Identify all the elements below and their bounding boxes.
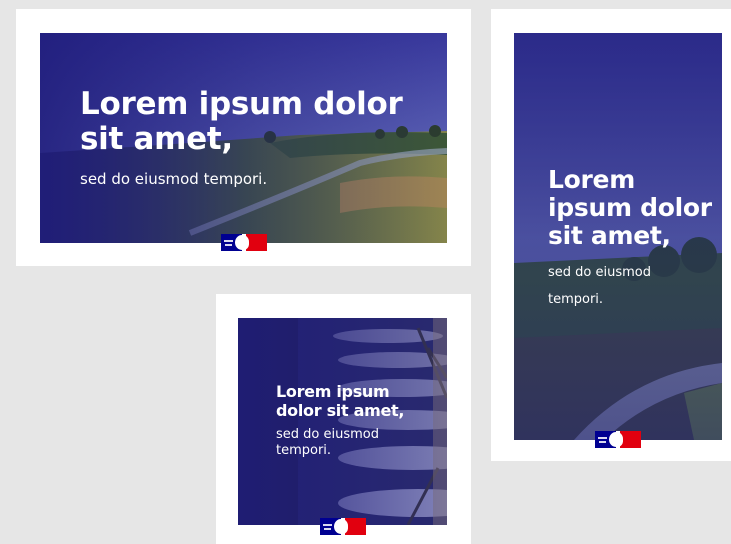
headline-line: dolor sit amet,	[276, 401, 405, 421]
banner-landscape-card: Lorem ipsum dolor sit amet, sed do eiusm…	[16, 9, 471, 266]
banner-square-card: Lorem ipsum dolor sit amet, sed do eiusm…	[216, 294, 471, 544]
headline-line: sit amet,	[80, 120, 233, 157]
banner-square-headline: Lorem ipsum dolor sit amet,	[276, 382, 404, 420]
headline-line: Lorem ipsum	[276, 382, 390, 401]
headline-line: ipsum dolor	[548, 193, 712, 222]
banner-portrait-headline: Lorem ipsum dolor sit amet,	[548, 166, 712, 250]
marianne-logo-icon	[221, 234, 267, 251]
headline-line: sit amet,	[548, 221, 671, 250]
banner-landscape-subtitle: sed do eiusmod tempori.	[80, 170, 268, 188]
marianne-logo-icon	[320, 518, 366, 535]
headline-line: Lorem ipsum dolor	[80, 86, 403, 122]
banner-portrait-card: Lorem ipsum dolor sit amet, sed do eiusm…	[491, 9, 731, 461]
subtitle-line: tempori.	[548, 292, 604, 307]
subtitle-line: sed do eiusmod	[276, 427, 379, 442]
square-background-image	[238, 318, 447, 525]
headline-line: Lorem	[548, 165, 635, 194]
marianne-logo-icon	[595, 431, 641, 448]
banner-square-photo	[238, 318, 447, 525]
subtitle-line: sed do eiusmod	[548, 265, 651, 280]
banner-square-subtitle: sed do eiusmod tempori.	[276, 427, 379, 458]
banner-landscape-headline: Lorem ipsum dolor sit amet,	[80, 87, 403, 156]
subtitle-line: tempori.	[276, 442, 332, 458]
banner-portrait-subtitle: sed do eiusmod tempori.	[548, 259, 651, 313]
